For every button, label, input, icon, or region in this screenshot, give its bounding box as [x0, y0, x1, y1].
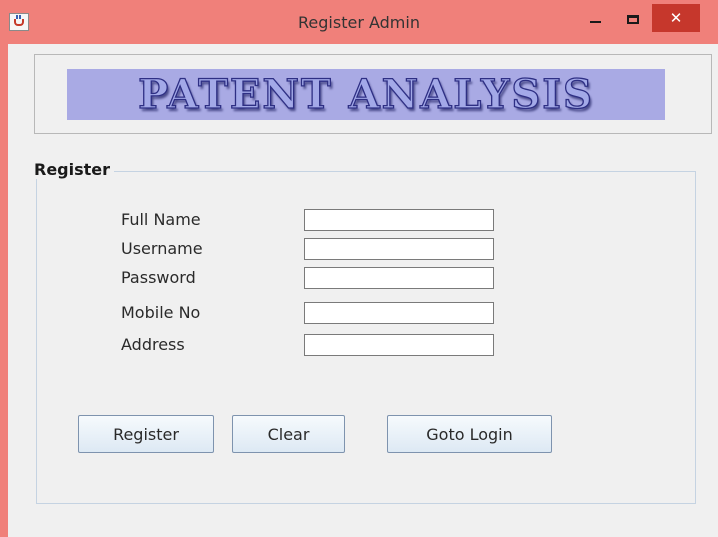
register-legend: Register	[32, 160, 115, 179]
full-name-field[interactable]	[304, 209, 494, 231]
minimize-icon	[589, 21, 601, 23]
minimize-button[interactable]	[580, 6, 610, 32]
title-bar[interactable]: Register Admin ✕	[0, 0, 718, 44]
password-field[interactable]	[304, 267, 494, 289]
full-name-label: Full Name	[121, 210, 201, 229]
address-label: Address	[121, 335, 185, 354]
address-field[interactable]	[304, 334, 494, 356]
content-pane: PATENT ANALYSIS Register Full Name Usern…	[8, 44, 718, 537]
maximize-icon	[627, 14, 639, 24]
password-label: Password	[121, 268, 196, 287]
username-label: Username	[121, 239, 203, 258]
goto-login-button[interactable]: Goto Login	[387, 415, 552, 453]
window-title: Register Admin	[298, 13, 420, 32]
register-groupbox: Register Full Name Username Password Mob…	[32, 160, 696, 504]
close-button[interactable]: ✕	[652, 4, 700, 32]
maximize-button[interactable]	[617, 6, 649, 32]
mobile-no-label: Mobile No	[121, 303, 201, 322]
banner-logo: PATENT ANALYSIS	[67, 69, 665, 120]
app-window: Register Admin ✕ PATENT ANALYSIS Registe…	[0, 0, 718, 537]
mobile-no-field[interactable]	[304, 302, 494, 324]
username-field[interactable]	[304, 238, 494, 260]
clear-button[interactable]: Clear	[232, 415, 345, 453]
register-button[interactable]: Register	[78, 415, 214, 453]
close-icon: ✕	[669, 9, 683, 27]
banner-panel: PATENT ANALYSIS	[34, 54, 712, 134]
